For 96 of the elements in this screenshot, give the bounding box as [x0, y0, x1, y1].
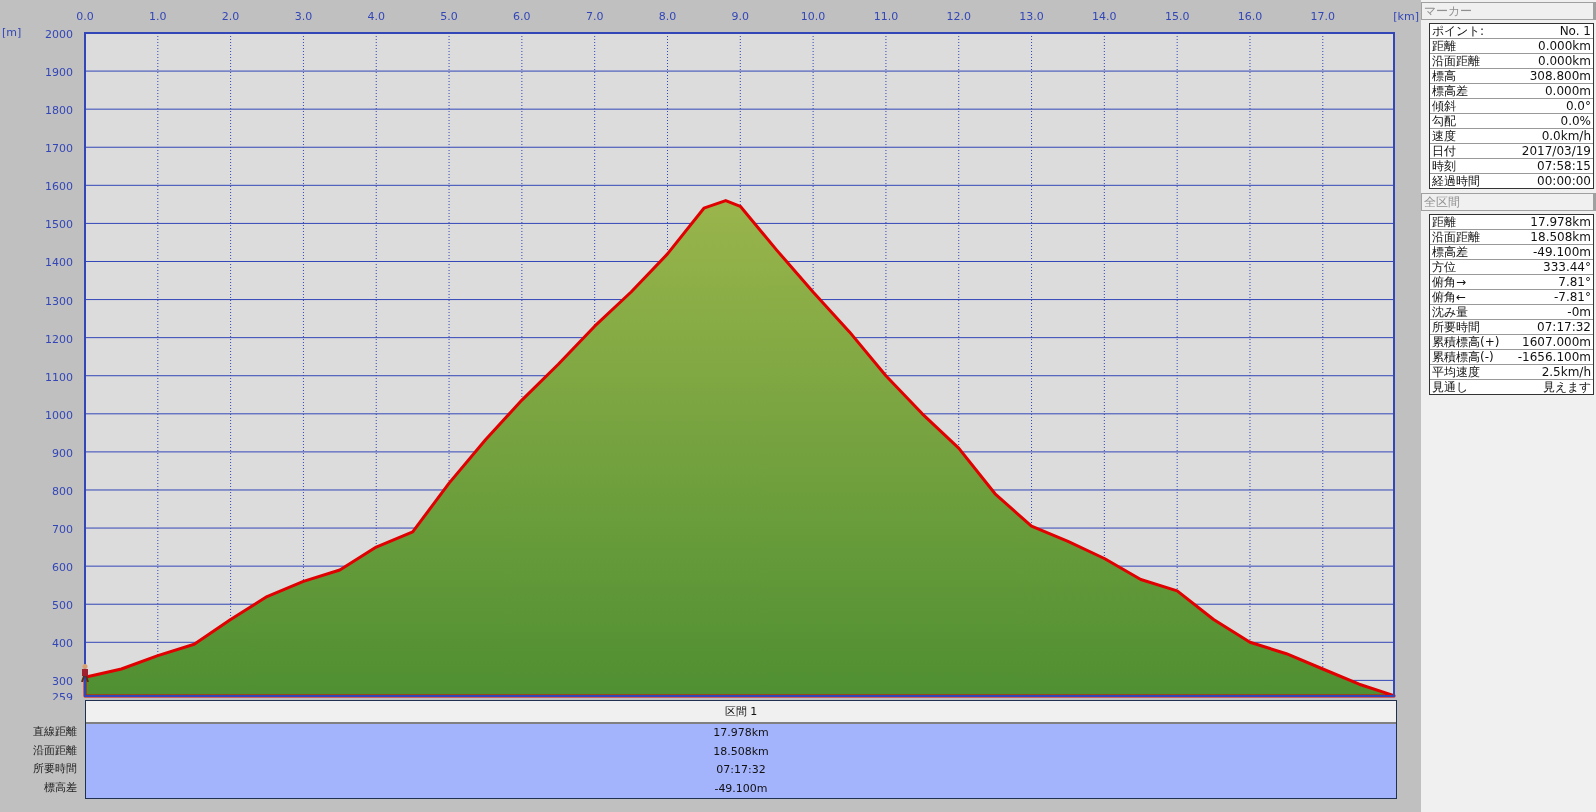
- y-axis-unit: [m]: [2, 26, 22, 39]
- table-cell: -7.81°: [1553, 290, 1591, 304]
- section-value: 17.978km: [713, 725, 769, 741]
- panel-title: マーカー: [1421, 2, 1596, 20]
- table-cell: 18.508km: [1530, 230, 1591, 244]
- table-cell: 日付: [1432, 144, 1456, 158]
- table-cell: 2.5km/h: [1541, 365, 1591, 379]
- panel-title: 全区間: [1421, 193, 1596, 211]
- x-tick-label: 12.0: [946, 10, 971, 23]
- y-tick-label: 1400: [45, 256, 73, 270]
- table-cell: 沿面距離: [1432, 54, 1480, 68]
- y-tick-label: 1800: [45, 104, 73, 118]
- table-cell: 平均速度: [1432, 365, 1480, 379]
- table-cell: 標高差: [1432, 84, 1468, 98]
- table-cell: 0.000km: [1538, 39, 1591, 53]
- x-tick-label: 2.0: [221, 10, 240, 23]
- table-cell: 累積標高(-): [1432, 350, 1494, 364]
- table-cell: 00:00:00: [1537, 174, 1591, 188]
- y-tick-label: 1500: [45, 218, 73, 232]
- table-cell: 距離: [1432, 39, 1456, 53]
- hiker-icon: [81, 664, 89, 683]
- table-cell: 308.800m: [1529, 69, 1591, 83]
- row-label: 所要時間: [33, 761, 77, 777]
- table-cell: 07:17:32: [1537, 320, 1591, 334]
- y-tick-label: 2000: [45, 28, 73, 41]
- y-tick-label: 1200: [45, 332, 73, 346]
- table-cell: 所要時間: [1432, 320, 1480, 334]
- section-value: 07:17:32: [716, 762, 766, 778]
- table-cell: 沈み量: [1432, 305, 1468, 319]
- y-tick-label: 1700: [45, 142, 73, 156]
- table-cell: 0.000m: [1544, 84, 1591, 98]
- x-tick-label: 1.0: [149, 10, 167, 23]
- table-cell: -49.100m: [1533, 245, 1591, 259]
- table-cell: 傾斜: [1432, 99, 1456, 113]
- table-cell: 俯角←: [1432, 290, 1467, 304]
- table-cell: 標高: [1432, 69, 1456, 83]
- section-value: -49.100m: [714, 780, 768, 797]
- table-cell: 0.000km: [1538, 54, 1591, 68]
- x-tick-label: 4.0: [367, 10, 385, 23]
- table-cell: -1656.100m: [1517, 350, 1591, 364]
- section-header: 区間 1: [86, 701, 1396, 724]
- table-cell: 方位: [1432, 260, 1456, 274]
- x-tick-label: 0.0: [76, 10, 94, 23]
- y-tick-label: 800: [52, 485, 73, 498]
- x-tick-label: 3.0: [294, 10, 313, 23]
- y-tick-label: 500: [52, 599, 73, 613]
- table-cell: -0m: [1567, 305, 1591, 319]
- y-tick-label: 900: [52, 446, 73, 460]
- table-cell: 2017/03/19: [1521, 144, 1591, 158]
- table-cell: 距離: [1432, 215, 1456, 229]
- table-cell: 経過時間: [1432, 174, 1480, 188]
- x-tick-label: 15.0: [1164, 10, 1190, 23]
- x-tick-label: 14.0: [1092, 10, 1117, 23]
- table-cell: 333.44°: [1543, 260, 1591, 274]
- table-cell: 累積標高(+): [1432, 335, 1500, 349]
- table-cell: 07:58:15: [1537, 159, 1591, 173]
- table-cell: 見通し: [1432, 380, 1468, 394]
- y-tick-label: 400: [52, 637, 73, 651]
- table-cell: 俯角→: [1432, 275, 1467, 289]
- section-value: 18.508km: [713, 743, 769, 760]
- x-tick-label: 10.0: [800, 10, 826, 23]
- table-cell: 時刻: [1432, 159, 1456, 173]
- table-cell: ポイント:: [1432, 24, 1485, 38]
- x-tick-label: 11.0: [873, 10, 899, 23]
- table-cell: 0.0°: [1565, 99, 1591, 113]
- table-cell: 17.978km: [1530, 215, 1591, 229]
- y-tick-label: 700: [52, 523, 73, 537]
- x-tick-label: 7.0: [585, 10, 604, 23]
- y-tick-label: 1900: [45, 66, 73, 80]
- x-tick-label: 9.0: [731, 10, 750, 23]
- x-tick-label: 5.0: [440, 10, 458, 23]
- row-label: 直線距離: [33, 724, 77, 740]
- x-tick-label: 6.0: [513, 10, 531, 23]
- x-tick-label: 17.0: [1310, 10, 1336, 23]
- row-label: 標高差: [44, 779, 77, 796]
- table-cell: 0.0%: [1560, 114, 1591, 128]
- table-cell: 沿面距離: [1432, 230, 1480, 244]
- table-cell: 7.81°: [1558, 275, 1591, 289]
- y-tick-label: 1600: [45, 180, 73, 194]
- x-tick-label: 13.0: [1019, 10, 1044, 23]
- y-tick-label: 600: [52, 561, 73, 575]
- y-tick-label: 1000: [45, 408, 73, 422]
- table-cell: 速度: [1432, 129, 1456, 143]
- table-cell: 0.0km/h: [1541, 129, 1591, 143]
- x-tick-label: 16.0: [1237, 10, 1263, 23]
- y-tick-label: 1100: [45, 370, 73, 384]
- table-cell: 標高差: [1432, 245, 1468, 259]
- y-tick-label: 1300: [45, 294, 73, 308]
- table-cell: 1607.000m: [1522, 335, 1591, 349]
- row-label: 沿面距離: [33, 742, 77, 759]
- table-cell: No. 1: [1559, 24, 1591, 38]
- y-tick-label: 300: [52, 675, 73, 689]
- table-cell: 見えます: [1543, 380, 1591, 394]
- table-cell: 勾配: [1432, 114, 1456, 128]
- x-tick-label: 8.0: [658, 10, 677, 23]
- x-axis-unit: [km]: [1393, 10, 1419, 23]
